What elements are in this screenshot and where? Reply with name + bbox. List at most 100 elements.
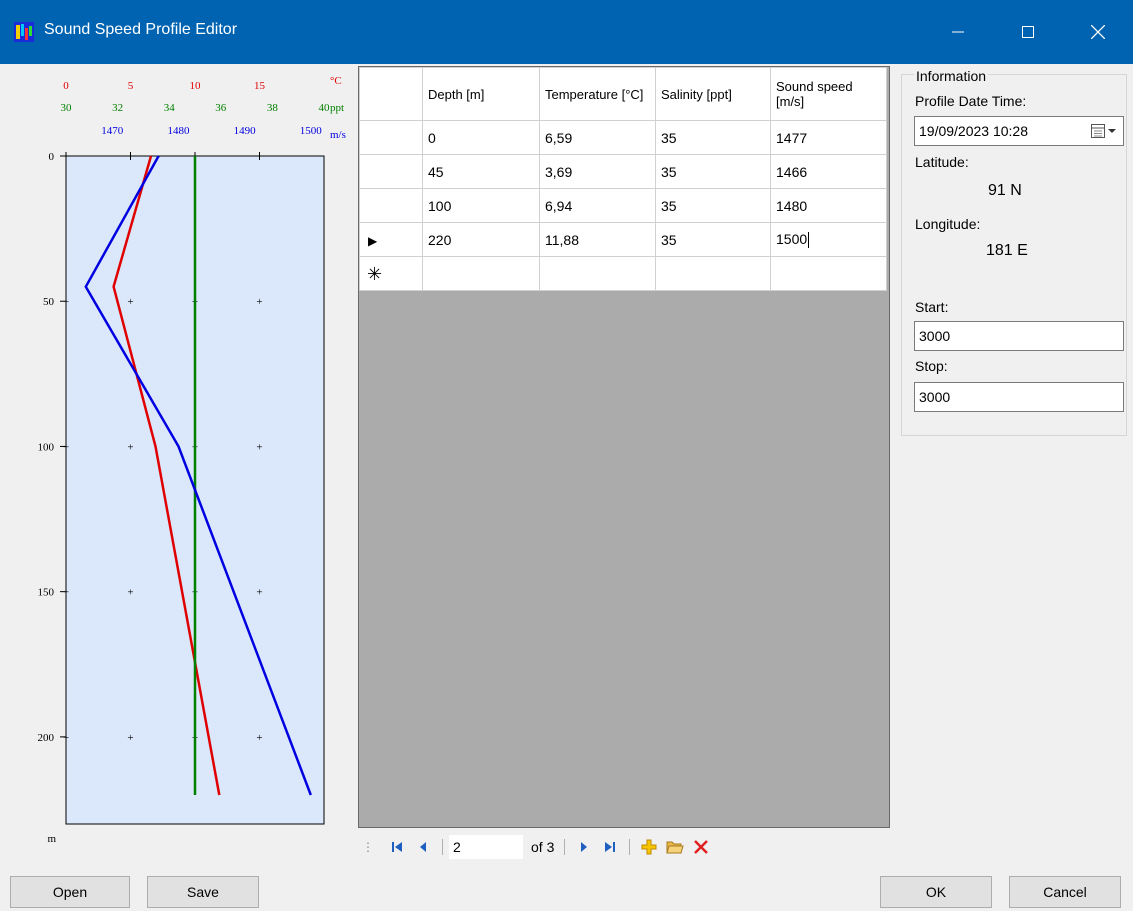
stop-label: Stop: — [915, 358, 948, 374]
cell-salinity[interactable]: 35 — [655, 188, 771, 223]
row-header-corner[interactable] — [359, 67, 423, 121]
column-header-depth[interactable]: Depth [m] — [422, 67, 540, 121]
y-tick-label: 200 — [38, 732, 55, 744]
profile-date-value: 19/09/2023 10:28 — [919, 123, 1028, 139]
x-axis-unit-label: °C — [330, 75, 342, 87]
maximize-button[interactable] — [993, 0, 1063, 64]
x-tick-label: 1500 — [300, 125, 323, 137]
move-first-button[interactable] — [384, 835, 410, 859]
new-row-icon: ✳ — [367, 263, 383, 284]
binding-navigator: ⋮ of 3 — [358, 832, 778, 862]
move-first-icon — [392, 842, 402, 852]
cell-depth[interactable]: 45 — [422, 154, 540, 189]
row-header[interactable] — [359, 154, 423, 189]
cell-empty[interactable] — [770, 256, 887, 291]
x-tick-label: 1470 — [101, 125, 124, 137]
x-tick-label: 1490 — [234, 125, 257, 137]
cell-salinity[interactable]: 35 — [655, 222, 771, 257]
row-header-current[interactable]: ▶ — [359, 222, 423, 257]
row-header-new[interactable]: ✳ — [359, 256, 423, 291]
open-folder-button[interactable] — [662, 835, 688, 859]
cell-edit-text: 1500 — [776, 230, 808, 247]
grid-cross: + — [256, 296, 262, 308]
grid-cross: + — [127, 732, 133, 744]
cell-empty[interactable] — [539, 256, 656, 291]
y-tick-label: 100 — [38, 441, 55, 453]
delete-button[interactable] — [688, 835, 714, 859]
cell-salinity[interactable]: 35 — [655, 120, 771, 155]
move-last-button[interactable] — [597, 835, 623, 859]
x-tick-label: 32 — [112, 102, 123, 114]
profile-table: Depth [m] Temperature [°C] Salinity [ppt… — [359, 67, 887, 291]
cell-empty[interactable] — [422, 256, 540, 291]
x-tick-label: 30 — [61, 102, 73, 114]
column-header-salinity[interactable]: Salinity [ppt] — [655, 67, 771, 121]
app-icon — [14, 22, 34, 42]
cell-depth[interactable]: 220 — [422, 222, 540, 257]
cell-depth[interactable]: 0 — [422, 120, 540, 155]
toolbar-separator — [629, 839, 631, 855]
grid-cross: + — [63, 732, 69, 744]
table-row-current[interactable]: ▶ 220 11,88 35 1500 — [359, 222, 887, 257]
cancel-button[interactable]: Cancel — [1009, 876, 1121, 908]
move-previous-button[interactable] — [410, 835, 436, 859]
grid-cross: + — [63, 587, 69, 599]
latitude-label: Latitude: — [915, 154, 969, 170]
latitude-value: 91 N — [988, 182, 1022, 199]
folder-icon — [666, 841, 685, 854]
table-row[interactable]: 100 6,94 35 1480 — [359, 188, 887, 223]
delete-icon — [694, 840, 709, 854]
column-header-temperature[interactable]: Temperature [°C] — [539, 67, 656, 121]
profile-date-picker[interactable]: 19/09/2023 10:28 — [914, 116, 1124, 146]
cell-temperature[interactable]: 6,59 — [539, 120, 656, 155]
move-next-button[interactable] — [571, 835, 597, 859]
grid-cross: + — [127, 587, 133, 599]
x-tick-label: 15 — [254, 80, 266, 92]
longitude-value: 181 E — [986, 242, 1028, 259]
position-input[interactable] — [449, 835, 523, 859]
cell-empty[interactable] — [655, 256, 771, 291]
toolbar-grip[interactable]: ⋮ — [362, 840, 374, 854]
y-tick-label: 150 — [38, 587, 55, 599]
x-tick-label: 5 — [128, 80, 134, 92]
table-row-new[interactable]: ✳ — [359, 256, 887, 291]
cell-temperature[interactable]: 6,94 — [539, 188, 656, 223]
add-new-button[interactable] — [636, 835, 662, 859]
row-header[interactable] — [359, 188, 423, 223]
cell-sound-speed-editing[interactable]: 1500 — [770, 222, 887, 257]
ok-button[interactable]: OK — [880, 876, 992, 908]
cell-depth[interactable]: 100 — [422, 188, 540, 223]
column-header-sound-speed[interactable]: Sound speed [m/s] — [770, 67, 887, 121]
cell-sound-speed[interactable]: 1480 — [770, 188, 887, 223]
profile-grid[interactable]: Depth [m] Temperature [°C] Salinity [ppt… — [358, 66, 890, 828]
move-previous-icon — [420, 842, 426, 852]
record-count-label: of 3 — [531, 839, 555, 855]
grid-cross: + — [63, 296, 69, 308]
cell-sound-speed[interactable]: 1477 — [770, 120, 887, 155]
start-input[interactable] — [914, 321, 1124, 351]
y-tick-label: 50 — [43, 296, 55, 308]
x-tick-label: 34 — [164, 102, 176, 114]
longitude-label: Longitude: — [915, 216, 981, 232]
grid-cross: + — [63, 441, 69, 453]
open-button[interactable]: Open — [10, 876, 130, 908]
table-row[interactable]: 0 6,59 35 1477 — [359, 120, 887, 155]
x-tick-label: 38 — [267, 102, 279, 114]
x-tick-label: 10 — [190, 80, 202, 92]
calendar-dropdown-icon[interactable] — [1091, 124, 1117, 138]
cell-temperature[interactable]: 3,69 — [539, 154, 656, 189]
stop-input[interactable] — [914, 382, 1124, 412]
text-caret — [808, 232, 810, 249]
grid-cross: + — [256, 732, 262, 744]
cell-temperature[interactable]: 11,88 — [539, 222, 656, 257]
toolbar-separator — [564, 839, 566, 855]
close-button[interactable] — [1063, 0, 1133, 64]
cell-salinity[interactable]: 35 — [655, 154, 771, 189]
minimize-button[interactable] — [923, 0, 993, 64]
save-button[interactable]: Save — [147, 876, 259, 908]
title-bar[interactable]: Sound Speed Profile Editor — [0, 0, 1133, 64]
table-row[interactable]: 45 3,69 35 1466 — [359, 154, 887, 189]
row-header[interactable] — [359, 120, 423, 155]
y-tick-label: 0 — [49, 151, 55, 163]
cell-sound-speed[interactable]: 1466 — [770, 154, 887, 189]
